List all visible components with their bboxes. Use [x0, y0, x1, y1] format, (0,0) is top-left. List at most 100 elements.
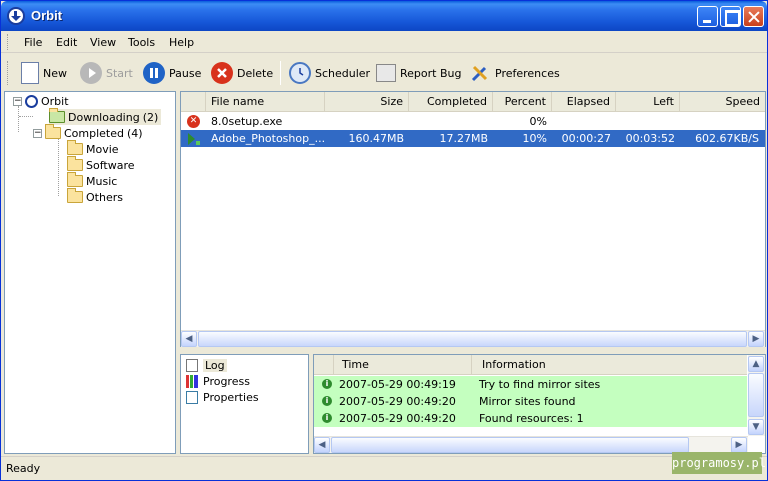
file-speed: 602.67KB/S	[695, 132, 759, 145]
scroll-thumb[interactable]	[198, 331, 747, 347]
scroll-thumb[interactable]	[331, 437, 689, 453]
menu-view[interactable]: View	[90, 36, 116, 49]
download-row[interactable]: ✕ 8.0setup.exe 0%	[181, 113, 765, 130]
tree-item-music[interactable]: Music	[67, 172, 117, 189]
scroll-right-button[interactable]: ▶	[731, 437, 747, 453]
list-horizontal-scrollbar[interactable]: ◀ ▶	[181, 330, 765, 347]
category-tree: − Orbit Downloading (2) − Completed (4) …	[4, 91, 176, 454]
menu-bar: File Edit View Tools Help	[1, 31, 767, 53]
minimize-button[interactable]	[697, 6, 718, 27]
scroll-down-button[interactable]: ▼	[748, 419, 764, 435]
scroll-up-button[interactable]: ▲	[748, 356, 764, 372]
log-header: Time Information	[314, 355, 747, 375]
column-percent[interactable]: Percent	[493, 92, 552, 112]
log-icon	[186, 358, 198, 372]
tree-line	[19, 116, 33, 117]
log-time: 2007-05-29 00:49:19	[339, 378, 456, 391]
tree-line	[58, 138, 59, 196]
menu-help[interactable]: Help	[169, 36, 194, 49]
file-percent: 10%	[522, 132, 547, 145]
column-size[interactable]: Size	[325, 92, 409, 112]
toolbar-separator	[280, 61, 281, 85]
delete-button[interactable]: Delete	[211, 59, 273, 87]
scheduler-button[interactable]: Scheduler	[289, 59, 370, 87]
log-info: Mirror sites found	[479, 395, 576, 408]
maximize-button[interactable]	[720, 6, 741, 27]
info-icon: i	[322, 413, 332, 423]
column-information[interactable]: Information	[472, 355, 747, 375]
column-completed[interactable]: Completed	[409, 92, 493, 112]
menu-file[interactable]: File	[24, 36, 42, 49]
pause-button[interactable]: Pause	[143, 59, 201, 87]
tab-log[interactable]: Log	[186, 357, 227, 373]
log-info: Try to find mirror sites	[479, 378, 601, 391]
column-time[interactable]: Time	[334, 355, 472, 375]
report-bug-button[interactable]: Report Bug	[376, 59, 461, 87]
app-window: Orbit File Edit View Tools Help New Star…	[0, 0, 768, 481]
tree-item-downloading[interactable]: Downloading (2)	[49, 108, 162, 125]
toolbar: New Start Pause Delete Scheduler Report …	[1, 55, 767, 91]
log-horizontal-scrollbar[interactable]: ◀ ▶	[314, 436, 748, 453]
pause-icon	[143, 62, 165, 84]
new-button[interactable]: New	[21, 59, 67, 87]
orbit-app-icon	[7, 7, 25, 25]
download-list: File name Size Completed Percent Elapsed…	[180, 91, 766, 347]
menu-edit[interactable]: Edit	[56, 36, 77, 49]
log-time: 2007-05-29 00:49:20	[339, 412, 456, 425]
download-row[interactable]: Adobe_Photoshop_... 160.47MB 17.27MB 10%…	[181, 130, 765, 147]
file-left: 00:03:52	[625, 132, 675, 145]
log-row[interactable]: i 2007-05-29 00:49:19 Try to find mirror…	[314, 376, 747, 393]
properties-icon	[186, 390, 198, 404]
log-row[interactable]: i 2007-05-29 00:49:20 Found resources: 1	[314, 410, 747, 427]
folder-open-icon	[45, 124, 61, 139]
file-percent: 0%	[529, 115, 547, 128]
tab-properties[interactable]: Properties	[186, 389, 259, 405]
new-document-icon	[21, 62, 39, 84]
downloading-folder-icon	[49, 108, 65, 123]
toolbar-grip	[7, 61, 10, 85]
bar-chart-icon	[186, 374, 198, 388]
status-text: Ready	[6, 462, 41, 475]
tab-progress[interactable]: Progress	[186, 373, 250, 389]
file-name: Adobe_Photoshop_...	[211, 132, 325, 145]
scroll-left-button[interactable]: ◀	[181, 331, 197, 347]
collapse-icon[interactable]: −	[13, 96, 22, 106]
log-info: Found resources: 1	[479, 412, 584, 425]
clock-icon	[289, 62, 311, 84]
log-row[interactable]: i 2007-05-29 00:49:20 Mirror sites found	[314, 393, 747, 410]
info-icon: i	[322, 396, 332, 406]
tree-item-orbit[interactable]: − Orbit	[13, 93, 69, 109]
tools-icon	[469, 62, 491, 84]
close-button[interactable]	[743, 6, 764, 27]
column-icon[interactable]	[314, 355, 334, 375]
column-status[interactable]	[181, 92, 206, 112]
tree-item-others[interactable]: Others	[67, 188, 123, 205]
title-bar[interactable]: Orbit	[1, 1, 767, 31]
menu-tools[interactable]: Tools	[128, 36, 155, 49]
folder-icon	[67, 140, 83, 155]
tree-item-completed[interactable]: − Completed (4)	[33, 124, 143, 141]
scroll-right-button[interactable]: ▶	[748, 331, 764, 347]
tree-item-software[interactable]: Software	[67, 156, 135, 173]
scroll-thumb[interactable]	[748, 373, 764, 417]
status-bar: Ready	[1, 456, 767, 480]
column-left[interactable]: Left	[616, 92, 680, 112]
info-icon: i	[322, 379, 332, 389]
column-elapsed[interactable]: Elapsed	[552, 92, 616, 112]
file-size: 160.47MB	[348, 132, 404, 145]
file-elapsed: 00:00:27	[561, 132, 611, 145]
menu-grip	[7, 34, 10, 50]
folder-icon	[67, 172, 83, 187]
collapse-icon[interactable]: −	[33, 128, 42, 138]
tree-item-movie[interactable]: Movie	[67, 140, 119, 157]
start-button[interactable]: Start	[80, 59, 133, 87]
detail-tabs: Log Progress Properties	[180, 354, 309, 454]
column-speed[interactable]: Speed	[680, 92, 765, 112]
column-file-name[interactable]: File name	[206, 92, 325, 112]
preferences-button[interactable]: Preferences	[469, 59, 560, 87]
newspaper-icon	[376, 64, 396, 82]
play-icon	[80, 62, 102, 84]
scroll-left-button[interactable]: ◀	[314, 437, 330, 453]
log-vertical-scrollbar[interactable]: ▲ ▼	[748, 355, 765, 436]
window-title: Orbit	[31, 8, 63, 23]
